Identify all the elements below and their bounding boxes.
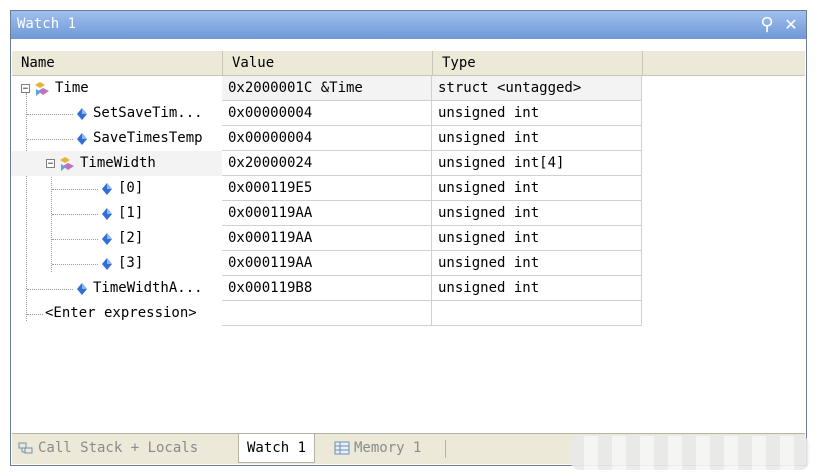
- row-type: unsigned int: [432, 126, 642, 151]
- watermark-blur: [570, 436, 810, 470]
- tab-separator: [445, 440, 446, 458]
- variable-icon: [102, 232, 112, 245]
- struct-icon: [35, 81, 49, 96]
- row-type: unsigned int: [432, 176, 642, 201]
- row-type: unsigned int: [432, 201, 642, 226]
- variable-icon: [102, 182, 112, 195]
- close-icon[interactable]: ✕: [780, 14, 802, 36]
- collapse-icon[interactable]: −: [46, 159, 55, 169]
- row-type: unsigned int: [432, 226, 642, 251]
- watch-row[interactable]: [1] 0x000119AA unsigned int: [11, 201, 642, 226]
- pin-icon[interactable]: ⚲: [756, 14, 778, 36]
- row-value[interactable]: 0x20000024: [222, 151, 432, 176]
- variable-icon: [102, 207, 112, 220]
- row-value[interactable]: 0x00000004: [222, 126, 432, 151]
- row-type: unsigned int: [432, 276, 642, 301]
- watch-window: Watch 1 ⚲ ✕ Name Value Type − Time 0x200…: [10, 10, 807, 466]
- collapse-icon[interactable]: −: [21, 84, 30, 94]
- tab-call-stack-locals[interactable]: Call Stack + Locals: [18, 434, 198, 462]
- watch-row[interactable]: SetSaveTim... 0x00000004 unsigned int: [11, 101, 642, 126]
- enter-expression-label[interactable]: <Enter expression>: [45, 301, 197, 326]
- watch-row[interactable]: [2] 0x000119AA unsigned int: [11, 226, 642, 251]
- row-value[interactable]: 0x2000001C &Time: [222, 76, 432, 101]
- watch-row[interactable]: [3] 0x000119AA unsigned int: [11, 251, 642, 276]
- row-name: TimeWidth: [80, 155, 156, 171]
- enter-expression-row[interactable]: <Enter expression>: [11, 301, 642, 326]
- column-value-header[interactable]: Value: [223, 51, 433, 75]
- watch-row[interactable]: − TimeWidth 0x20000024 unsigned int[4]: [11, 151, 642, 176]
- variable-icon: [77, 107, 87, 120]
- call-stack-icon: [18, 442, 33, 454]
- column-header: Name Value Type: [12, 51, 805, 76]
- variable-icon: [102, 257, 112, 270]
- tab-label: Call Stack + Locals: [38, 440, 199, 456]
- watch-row[interactable]: SaveTimesTemp 0x00000004 unsigned int: [11, 126, 642, 151]
- watch-row[interactable]: [0] 0x000119E5 unsigned int: [11, 176, 642, 201]
- variable-icon: [77, 282, 87, 295]
- row-name: SetSaveTim...: [93, 105, 203, 121]
- row-type: unsigned int[4]: [432, 151, 642, 176]
- row-name: TimeWidthA...: [93, 280, 203, 296]
- title-bar[interactable]: Watch 1 ⚲ ✕: [11, 11, 806, 39]
- row-value[interactable]: 0x000119B8: [222, 276, 432, 301]
- tab-label: Watch 1: [247, 440, 307, 456]
- column-name-header[interactable]: Name: [12, 51, 223, 75]
- row-value[interactable]: 0x000119AA: [222, 226, 432, 251]
- variable-icon: [77, 132, 87, 145]
- row-name: SaveTimesTemp: [93, 130, 203, 146]
- row-name: [2]: [118, 230, 144, 246]
- row-type: unsigned int: [432, 251, 642, 276]
- row-type: unsigned int: [432, 101, 642, 126]
- row-name: [3]: [118, 255, 144, 271]
- row-value[interactable]: 0x000119AA: [222, 251, 432, 276]
- tab-label: Memory 1: [354, 440, 422, 456]
- watch-row[interactable]: TimeWidthA... 0x000119B8 unsigned int: [11, 276, 642, 301]
- watch-row[interactable]: − Time 0x2000001C &Time struct <untagged…: [11, 76, 642, 101]
- row-name: [0]: [118, 180, 144, 196]
- row-name: Time: [55, 80, 89, 96]
- row-value[interactable]: [222, 301, 432, 326]
- row-name: [1]: [118, 205, 144, 221]
- memory-icon: [334, 441, 350, 455]
- tab-watch-1[interactable]: Watch 1: [238, 434, 316, 463]
- row-type: struct <untagged>: [432, 76, 642, 101]
- row-value[interactable]: 0x000119E5: [222, 176, 432, 201]
- struct-icon: [60, 156, 74, 171]
- row-value[interactable]: 0x000119AA: [222, 201, 432, 226]
- window-title: Watch 1: [17, 16, 77, 32]
- tab-memory-1[interactable]: Memory 1: [334, 434, 421, 462]
- row-value[interactable]: 0x00000004: [222, 101, 432, 126]
- column-type-header[interactable]: Type: [433, 51, 643, 75]
- row-type: [432, 301, 642, 326]
